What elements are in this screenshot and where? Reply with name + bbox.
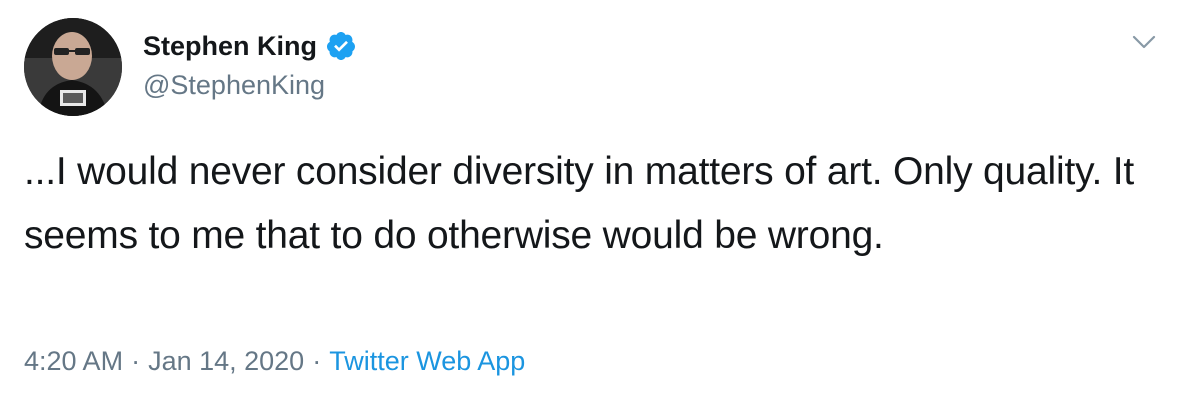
tweet-source-link[interactable]: Twitter Web App xyxy=(329,346,525,376)
author-name-row: Stephen King xyxy=(143,28,357,64)
chevron-down-icon[interactable] xyxy=(1128,26,1160,58)
author-handle[interactable]: @StephenKing xyxy=(143,70,325,101)
author-name[interactable]: Stephen King xyxy=(143,31,317,62)
tweet-card: Stephen King @StephenKing ...I would nev… xyxy=(0,0,1190,412)
tweet-time[interactable]: 4:20 AM xyxy=(24,346,123,376)
tweet-text: ...I would never consider diversity in m… xyxy=(24,150,1135,257)
verified-badge-icon xyxy=(325,30,357,62)
meta-separator: · xyxy=(131,346,141,376)
avatar-image xyxy=(24,18,122,116)
avatar[interactable] xyxy=(24,18,122,116)
meta-separator: · xyxy=(312,346,322,376)
tweet-meta: 4:20 AM · Jan 14, 2020 · Twitter Web App xyxy=(24,346,525,377)
tweet-date[interactable]: Jan 14, 2020 xyxy=(148,346,304,376)
